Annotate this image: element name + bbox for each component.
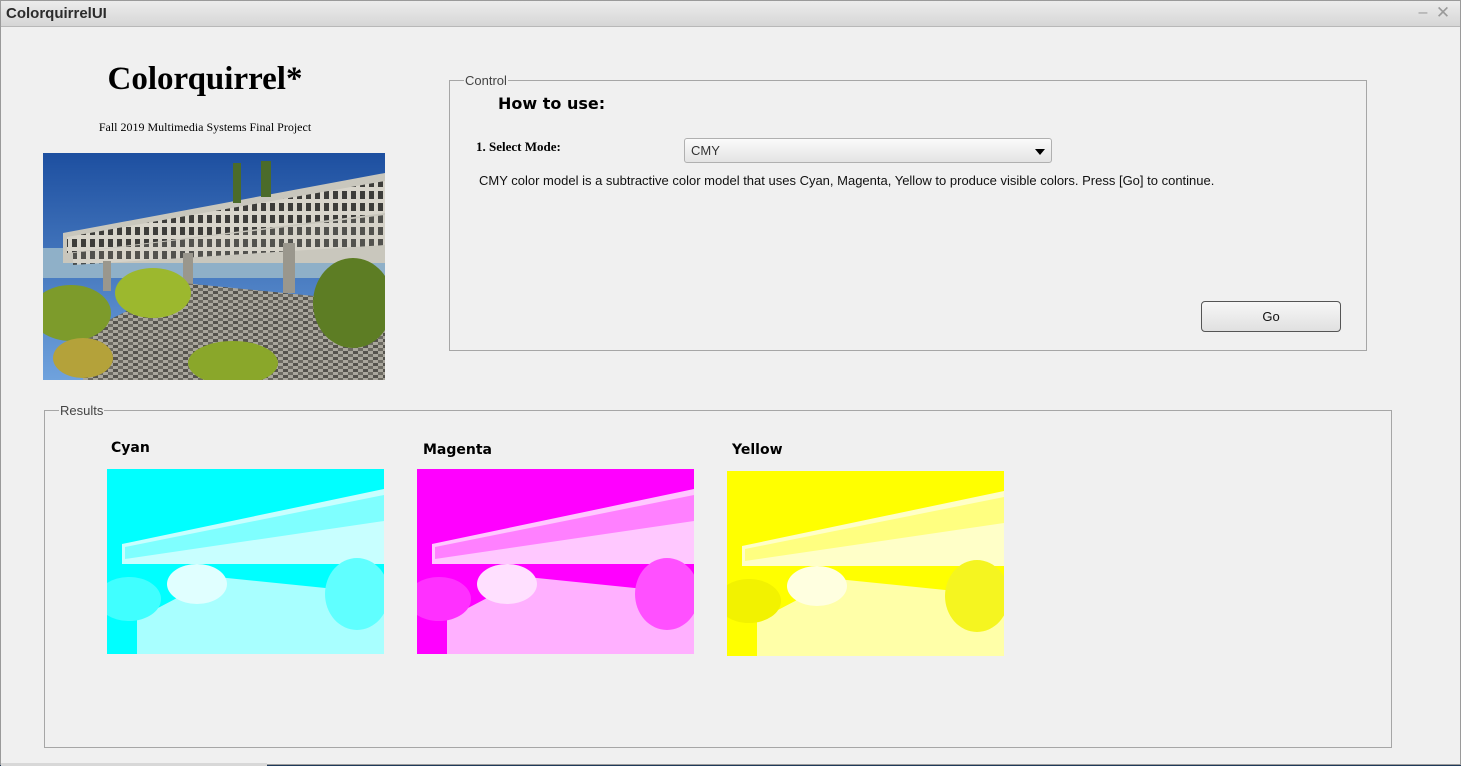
title-bar[interactable]: ColorquirrelUI – ✕ [1,1,1460,27]
cyan-label: Cyan [111,440,150,456]
magenta-result-image [417,469,694,654]
results-legend: Results [60,403,104,418]
campus-photo-image [43,153,385,380]
app-window: ColorquirrelUI – ✕ Colorquirrel* Fall 20… [0,0,1461,766]
close-icon[interactable]: ✕ [1434,3,1452,23]
app-subtitle: Fall 2019 Multimedia Systems Final Proje… [98,120,312,134]
minimize-icon[interactable]: – [1414,3,1432,23]
yellow-channel-picture [727,471,1004,656]
how-to-title: How to use: [498,94,606,113]
mode-dropdown[interactable]: CMY [684,138,1052,163]
mode-description: CMY color model is a subtractive color m… [479,173,1215,188]
yellow-label: Yellow [732,442,783,458]
magenta-label: Magenta [423,442,493,458]
select-mode-label: 1. Select Mode: [476,139,561,154]
app-title: Colorquirrel* [107,61,303,97]
control-legend: Control [465,73,507,88]
cyan-channel-picture [107,469,384,654]
original-photo [43,153,385,380]
chevron-down-icon [1035,149,1045,155]
yellow-result-image [727,471,1004,656]
window-title: ColorquirrelUI [6,5,107,22]
mode-dropdown-value: CMY [691,143,720,158]
go-button[interactable]: Go [1201,301,1341,332]
magenta-channel-picture [417,469,694,654]
cyan-result-image [107,469,384,654]
